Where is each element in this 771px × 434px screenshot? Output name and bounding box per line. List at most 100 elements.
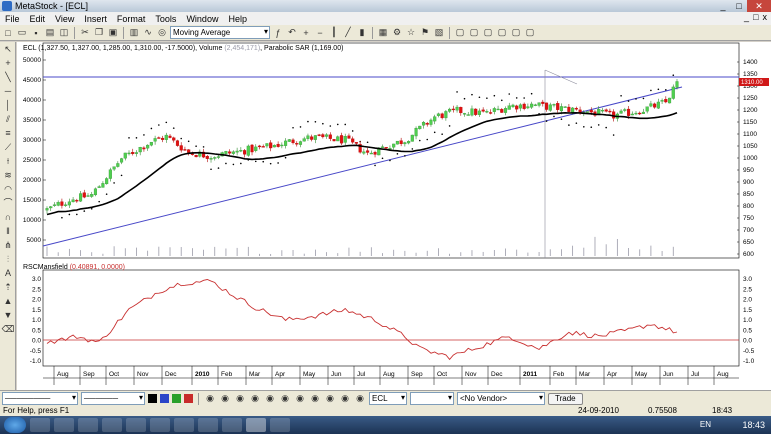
- refresh-10-icon[interactable]: ◉: [339, 393, 351, 405]
- chart-icon[interactable]: ▥: [128, 27, 140, 39]
- color-black-icon[interactable]: [148, 394, 157, 403]
- layout-2-icon[interactable]: ▢: [468, 27, 480, 39]
- taskbar-app-network-icon[interactable]: [150, 418, 170, 432]
- minimize-button[interactable]: _: [715, 0, 731, 12]
- refresh-8-icon[interactable]: ◉: [309, 393, 321, 405]
- expert-icon[interactable]: ☆: [405, 27, 417, 39]
- refresh-11-icon[interactable]: ◉: [354, 393, 366, 405]
- mdi-restore-button[interactable]: □: [753, 12, 758, 22]
- taskbar-app-explorer2-icon[interactable]: [222, 418, 242, 432]
- taskbar-app-word-icon[interactable]: [270, 418, 290, 432]
- taskbar-app-explorer-icon[interactable]: [30, 418, 50, 432]
- price-pane[interactable]: ECL (1,327.50, 1,327.00, 1,285.00, 1,310…: [23, 42, 769, 259]
- menu-edit[interactable]: Edit: [25, 14, 51, 24]
- menu-window[interactable]: Window: [181, 14, 223, 24]
- regression-tool-icon[interactable]: ⫶: [1, 253, 15, 266]
- mdi-minimize-button[interactable]: _: [744, 12, 749, 22]
- line-style-combo[interactable]: ────────: [2, 392, 78, 405]
- indicator-combo[interactable]: Moving Average: [170, 26, 270, 39]
- crosshair-tool-icon[interactable]: +: [1, 57, 15, 70]
- layout-6-icon[interactable]: ▢: [524, 27, 536, 39]
- symbol-tool-icon[interactable]: ⇡: [1, 281, 15, 294]
- raff-tool-icon[interactable]: ≋: [1, 169, 15, 182]
- menu-insert[interactable]: Insert: [79, 14, 112, 24]
- buy-arrow-tool-icon[interactable]: ▲: [1, 295, 15, 308]
- mdi-close-button[interactable]: x: [763, 12, 768, 22]
- cycle-tool-icon[interactable]: ∩: [1, 211, 15, 224]
- layout-1-icon[interactable]: ▢: [454, 27, 466, 39]
- fibonacci-tool-icon[interactable]: ≡: [1, 127, 15, 140]
- layout-4-icon[interactable]: ▢: [496, 27, 508, 39]
- menu-tools[interactable]: Tools: [150, 14, 181, 24]
- timezone-tool-icon[interactable]: ‖: [1, 225, 15, 238]
- copy-icon[interactable]: ❐: [93, 27, 105, 39]
- refresh-7-icon[interactable]: ◉: [294, 393, 306, 405]
- paste-icon[interactable]: ▣: [107, 27, 119, 39]
- refresh-1-icon[interactable]: ◉: [204, 393, 216, 405]
- taskbar-app-media-icon[interactable]: [54, 418, 74, 432]
- menu-view[interactable]: View: [50, 14, 79, 24]
- layout-3-icon[interactable]: ▢: [482, 27, 494, 39]
- gann-tool-icon[interactable]: ⟋: [1, 141, 15, 154]
- alert-icon[interactable]: ⚑: [419, 27, 431, 39]
- taskbar-language[interactable]: EN: [700, 416, 711, 434]
- horizontal-line-tool-icon[interactable]: ─: [1, 85, 15, 98]
- fan-tool-icon[interactable]: ⌒: [1, 197, 15, 210]
- grid-icon[interactable]: ▦: [377, 27, 389, 39]
- explorer-icon[interactable]: ◎: [156, 27, 168, 39]
- close-button[interactable]: ✕: [747, 0, 771, 12]
- menu-file[interactable]: File: [0, 14, 25, 24]
- new-icon[interactable]: □: [2, 27, 14, 39]
- open-icon[interactable]: ▭: [16, 27, 28, 39]
- taskbar-app-ie-icon[interactable]: [198, 418, 218, 432]
- menu-format[interactable]: Format: [112, 14, 151, 24]
- indicator-icon[interactable]: ∿: [142, 27, 154, 39]
- taskbar-app-chrome-icon[interactable]: [102, 418, 122, 432]
- preview-icon[interactable]: ◫: [58, 27, 70, 39]
- refresh-4-icon[interactable]: ◉: [249, 393, 261, 405]
- symbol-input[interactable]: ECL: [369, 392, 407, 405]
- color-red-icon[interactable]: [184, 394, 193, 403]
- print-icon[interactable]: ▤: [44, 27, 56, 39]
- line-weight-combo[interactable]: ──────: [81, 392, 145, 405]
- menu-help[interactable]: Help: [223, 14, 252, 24]
- sell-arrow-tool-icon[interactable]: ▼: [1, 309, 15, 322]
- channel-tool-icon[interactable]: ⫽: [1, 113, 15, 126]
- taskbar-app-browser-icon[interactable]: [78, 418, 98, 432]
- layout-5-icon[interactable]: ▢: [510, 27, 522, 39]
- taskbar-app-folder-icon[interactable]: [126, 418, 146, 432]
- fx-icon[interactable]: ƒ: [272, 27, 284, 39]
- text-tool-icon[interactable]: A: [1, 267, 15, 280]
- zoom-out-icon[interactable]: −: [314, 27, 326, 39]
- bar-icon[interactable]: ┃: [328, 27, 340, 39]
- erase-tool-icon[interactable]: ⌫: [1, 323, 15, 336]
- cut-icon[interactable]: ✂: [79, 27, 91, 39]
- chart-svg[interactable]: ECL (1,327.50, 1,327.00, 1,285.00, 1,310…: [17, 42, 771, 390]
- maximize-button[interactable]: □: [731, 0, 747, 12]
- andrews-tool-icon[interactable]: ⋔: [1, 239, 15, 252]
- news-icon[interactable]: ▧: [433, 27, 445, 39]
- save-icon[interactable]: ▪: [30, 27, 42, 39]
- refresh-6-icon[interactable]: ◉: [279, 393, 291, 405]
- refresh-5-icon[interactable]: ◉: [264, 393, 276, 405]
- refresh-9-icon[interactable]: ◉: [324, 393, 336, 405]
- candle-icon[interactable]: ▮: [356, 27, 368, 39]
- properties-icon[interactable]: ⚙: [391, 27, 403, 39]
- indicator-pane[interactable]: RSCMansfield (0.40891, 0.0000) 3.0 2.5 2.0…: [23, 264, 755, 367]
- refresh-3-icon[interactable]: ◉: [234, 393, 246, 405]
- speed-lines-tool-icon[interactable]: ⟊: [1, 155, 15, 168]
- line-icon[interactable]: ╱: [342, 27, 354, 39]
- start-button[interactable]: [4, 417, 26, 433]
- taskbar-clock[interactable]: 18:43: [742, 416, 765, 434]
- taskbar-app-settings-icon[interactable]: [174, 418, 194, 432]
- chart-window[interactable]: ECL (1,327.50, 1,327.00, 1,285.00, 1,310…: [17, 42, 771, 404]
- color-green-icon[interactable]: [172, 394, 181, 403]
- vendor-combo[interactable]: <No Vendor>: [457, 392, 545, 405]
- taskbar-app-metastock-icon[interactable]: [246, 418, 266, 432]
- undo-icon[interactable]: ↶: [286, 27, 298, 39]
- trade-button[interactable]: Trade: [548, 392, 583, 405]
- zoom-in-icon[interactable]: +: [300, 27, 312, 39]
- refresh-2-icon[interactable]: ◉: [219, 393, 231, 405]
- trendline-tool-icon[interactable]: ╲: [1, 71, 15, 84]
- period-combo[interactable]: [410, 392, 454, 405]
